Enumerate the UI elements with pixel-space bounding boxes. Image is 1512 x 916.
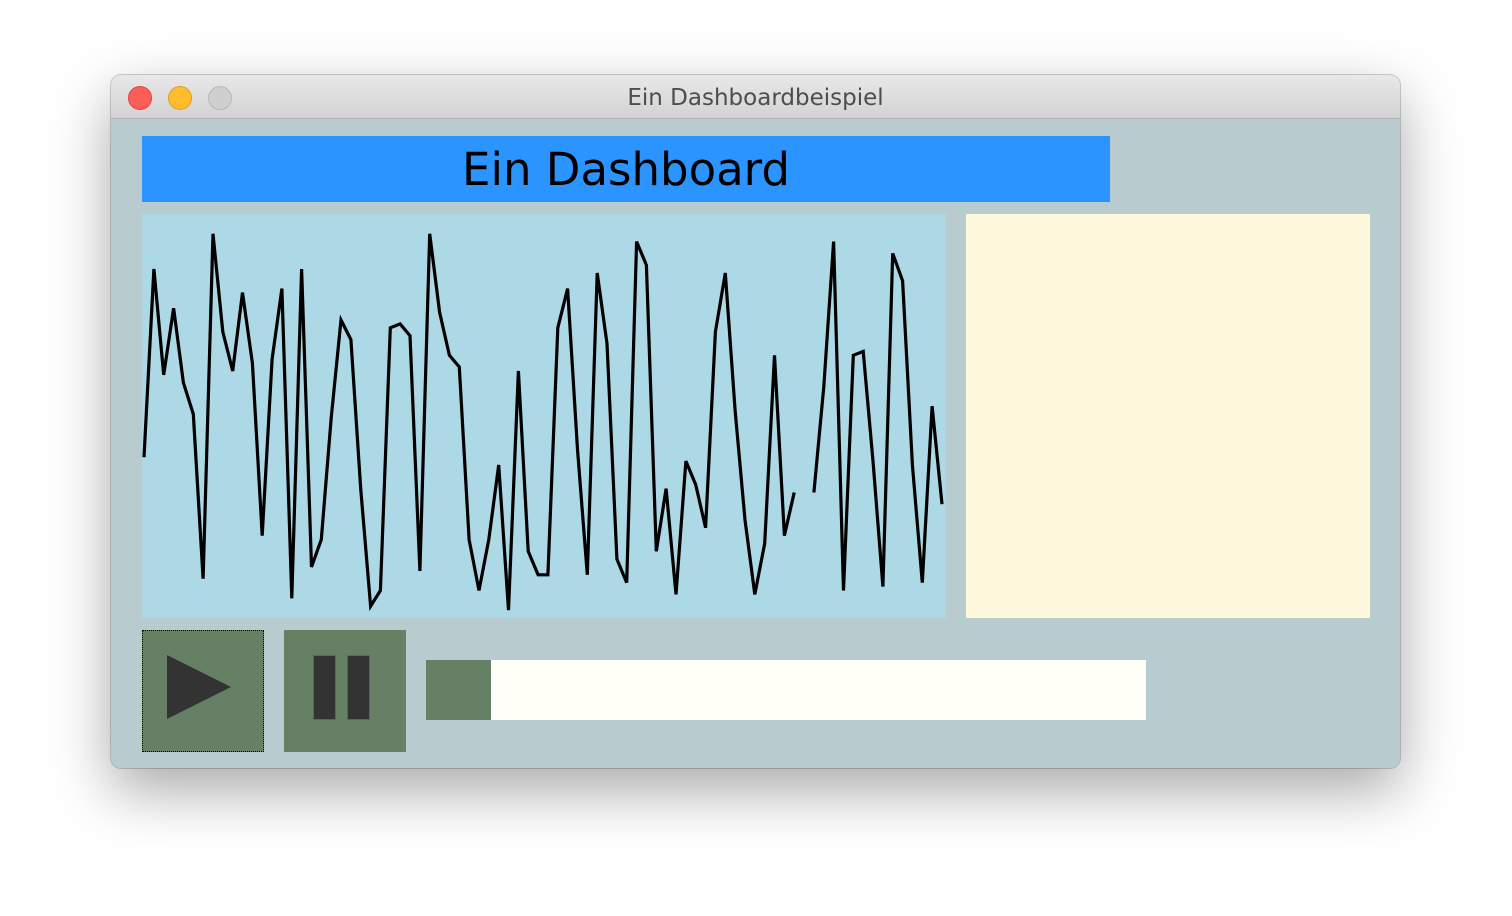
pause-icon-left-bar [313,655,336,720]
header-banner: Ein Dashboard [142,136,1110,202]
side-panel [966,214,1370,618]
app-window: Ein Dashboardbeispiel Ein Dashboard [111,75,1400,768]
progress-bar [426,660,1146,720]
series-line-0-segment-0 [142,233,796,612]
title-bar[interactable]: Ein Dashboardbeispiel [111,75,1400,119]
play-icon [167,655,231,719]
pause-icon-right-bar [347,655,370,720]
dashboard-content: Ein Dashboard [111,119,1400,768]
progress-bar-fill [426,660,491,720]
dashboard-title: Ein Dashboard [462,142,790,196]
pause-button[interactable] [284,630,406,752]
line-chart-panel [142,214,946,618]
series-line-0-segment-1 [812,241,944,591]
line-chart [142,233,944,612]
window-title: Ein Dashboardbeispiel [627,85,884,111]
play-button[interactable] [142,630,264,752]
